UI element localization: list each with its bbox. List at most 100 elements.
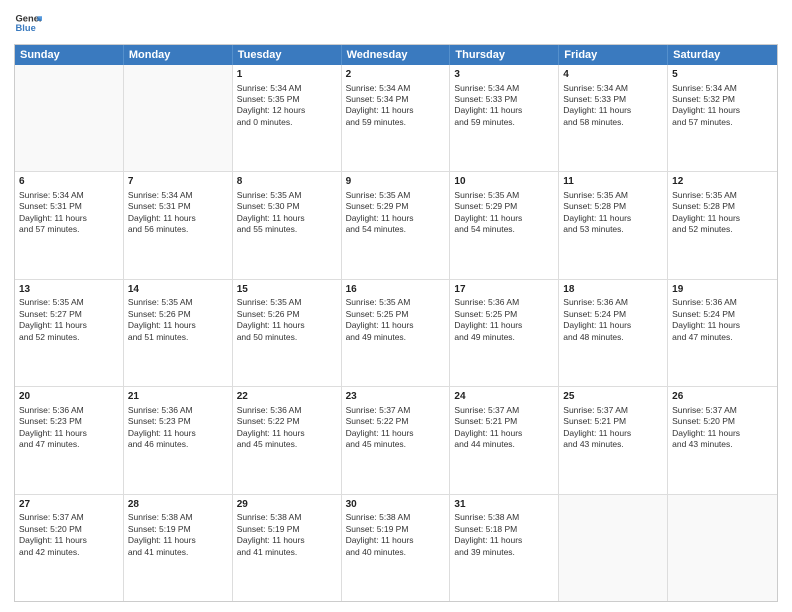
day-info-line: Sunrise: 5:37 AM [454, 405, 554, 416]
day-number: 25 [563, 390, 663, 404]
day-info-line: Sunset: 5:33 PM [454, 94, 554, 105]
day-info-line: Sunset: 5:25 PM [454, 309, 554, 320]
day-info-line: Sunset: 5:26 PM [237, 309, 337, 320]
day-info-line: Daylight: 11 hours [237, 320, 337, 331]
day-number: 8 [237, 175, 337, 189]
day-info-line: Sunset: 5:31 PM [19, 201, 119, 212]
cal-header-cell: Friday [559, 45, 668, 65]
day-info-line: Daylight: 11 hours [19, 320, 119, 331]
day-info-line: and 50 minutes. [237, 332, 337, 343]
day-info-line: and 41 minutes. [237, 547, 337, 558]
table-row: 3Sunrise: 5:34 AMSunset: 5:33 PMDaylight… [450, 65, 559, 171]
day-info-line: Sunrise: 5:35 AM [346, 297, 446, 308]
day-info-line: Sunrise: 5:34 AM [563, 83, 663, 94]
cal-header-cell: Wednesday [342, 45, 451, 65]
table-row: 8Sunrise: 5:35 AMSunset: 5:30 PMDaylight… [233, 172, 342, 278]
day-info-line: and 49 minutes. [346, 332, 446, 343]
day-info-line: and 48 minutes. [563, 332, 663, 343]
calendar-row: 20Sunrise: 5:36 AMSunset: 5:23 PMDayligh… [15, 387, 777, 494]
day-info-line: and 47 minutes. [672, 332, 773, 343]
day-number: 24 [454, 390, 554, 404]
day-info-line: Sunset: 5:29 PM [346, 201, 446, 212]
day-info-line: Sunset: 5:20 PM [672, 416, 773, 427]
day-info-line: Daylight: 11 hours [672, 320, 773, 331]
day-number: 17 [454, 283, 554, 297]
cal-header-cell: Monday [124, 45, 233, 65]
day-info-line: Daylight: 11 hours [346, 535, 446, 546]
day-info-line: and 54 minutes. [454, 224, 554, 235]
day-number: 13 [19, 283, 119, 297]
table-row: 18Sunrise: 5:36 AMSunset: 5:24 PMDayligh… [559, 280, 668, 386]
day-info-line: Sunrise: 5:36 AM [454, 297, 554, 308]
day-info-line: and 41 minutes. [128, 547, 228, 558]
day-info-line: Sunrise: 5:34 AM [237, 83, 337, 94]
day-info-line: Sunrise: 5:35 AM [672, 190, 773, 201]
table-row: 25Sunrise: 5:37 AMSunset: 5:21 PMDayligh… [559, 387, 668, 493]
day-info-line: and 59 minutes. [346, 117, 446, 128]
day-info-line: Daylight: 11 hours [19, 535, 119, 546]
day-info-line: Daylight: 11 hours [128, 535, 228, 546]
day-number: 27 [19, 498, 119, 512]
day-info-line: Daylight: 11 hours [19, 428, 119, 439]
table-row: 23Sunrise: 5:37 AMSunset: 5:22 PMDayligh… [342, 387, 451, 493]
day-info-line: Sunrise: 5:35 AM [19, 297, 119, 308]
day-number: 5 [672, 68, 773, 82]
day-info-line: Sunrise: 5:38 AM [237, 512, 337, 523]
day-info-line: Sunset: 5:21 PM [563, 416, 663, 427]
day-info-line: Daylight: 11 hours [672, 428, 773, 439]
table-row: 30Sunrise: 5:38 AMSunset: 5:19 PMDayligh… [342, 495, 451, 601]
table-row: 24Sunrise: 5:37 AMSunset: 5:21 PMDayligh… [450, 387, 559, 493]
table-row: 27Sunrise: 5:37 AMSunset: 5:20 PMDayligh… [15, 495, 124, 601]
day-info-line: Daylight: 11 hours [346, 105, 446, 116]
day-number: 30 [346, 498, 446, 512]
day-info-line: Sunset: 5:19 PM [346, 524, 446, 535]
day-info-line: Daylight: 11 hours [672, 105, 773, 116]
day-info-line: Daylight: 11 hours [128, 213, 228, 224]
day-number: 21 [128, 390, 228, 404]
table-row: 26Sunrise: 5:37 AMSunset: 5:20 PMDayligh… [668, 387, 777, 493]
day-number: 4 [563, 68, 663, 82]
day-info-line: Sunrise: 5:37 AM [672, 405, 773, 416]
cal-header-cell: Tuesday [233, 45, 342, 65]
day-info-line: Sunset: 5:22 PM [346, 416, 446, 427]
day-info-line: Daylight: 11 hours [672, 213, 773, 224]
day-info-line: Sunrise: 5:37 AM [563, 405, 663, 416]
day-info-line: and 0 minutes. [237, 117, 337, 128]
day-info-line: Daylight: 11 hours [454, 535, 554, 546]
day-info-line: and 46 minutes. [128, 439, 228, 450]
table-row: 11Sunrise: 5:35 AMSunset: 5:28 PMDayligh… [559, 172, 668, 278]
table-row: 29Sunrise: 5:38 AMSunset: 5:19 PMDayligh… [233, 495, 342, 601]
day-info-line: Daylight: 11 hours [237, 213, 337, 224]
day-info-line: Daylight: 11 hours [237, 428, 337, 439]
day-info-line: Sunrise: 5:38 AM [346, 512, 446, 523]
table-row: 17Sunrise: 5:36 AMSunset: 5:25 PMDayligh… [450, 280, 559, 386]
day-info-line: and 52 minutes. [19, 332, 119, 343]
header: General Blue [14, 10, 778, 38]
day-info-line: Sunrise: 5:35 AM [563, 190, 663, 201]
day-info-line: and 39 minutes. [454, 547, 554, 558]
day-info-line: Sunset: 5:28 PM [672, 201, 773, 212]
day-info-line: Sunrise: 5:34 AM [454, 83, 554, 94]
day-info-line: Sunrise: 5:37 AM [19, 512, 119, 523]
day-info-line: and 40 minutes. [346, 547, 446, 558]
day-info-line: Sunset: 5:33 PM [563, 94, 663, 105]
day-info-line: Sunrise: 5:35 AM [237, 297, 337, 308]
day-info-line: Daylight: 11 hours [128, 428, 228, 439]
day-info-line: Sunset: 5:29 PM [454, 201, 554, 212]
day-info-line: Daylight: 11 hours [563, 428, 663, 439]
day-number: 26 [672, 390, 773, 404]
calendar-row: 27Sunrise: 5:37 AMSunset: 5:20 PMDayligh… [15, 495, 777, 601]
day-number: 18 [563, 283, 663, 297]
table-row: 9Sunrise: 5:35 AMSunset: 5:29 PMDaylight… [342, 172, 451, 278]
day-info-line: Sunset: 5:23 PM [19, 416, 119, 427]
cal-header-cell: Sunday [15, 45, 124, 65]
day-number: 16 [346, 283, 446, 297]
day-info-line: Sunrise: 5:34 AM [672, 83, 773, 94]
day-number: 29 [237, 498, 337, 512]
day-info-line: and 52 minutes. [672, 224, 773, 235]
logo: General Blue [14, 10, 42, 38]
logo-icon: General Blue [14, 10, 42, 38]
day-number: 9 [346, 175, 446, 189]
calendar-header: SundayMondayTuesdayWednesdayThursdayFrid… [15, 45, 777, 65]
table-row: 16Sunrise: 5:35 AMSunset: 5:25 PMDayligh… [342, 280, 451, 386]
